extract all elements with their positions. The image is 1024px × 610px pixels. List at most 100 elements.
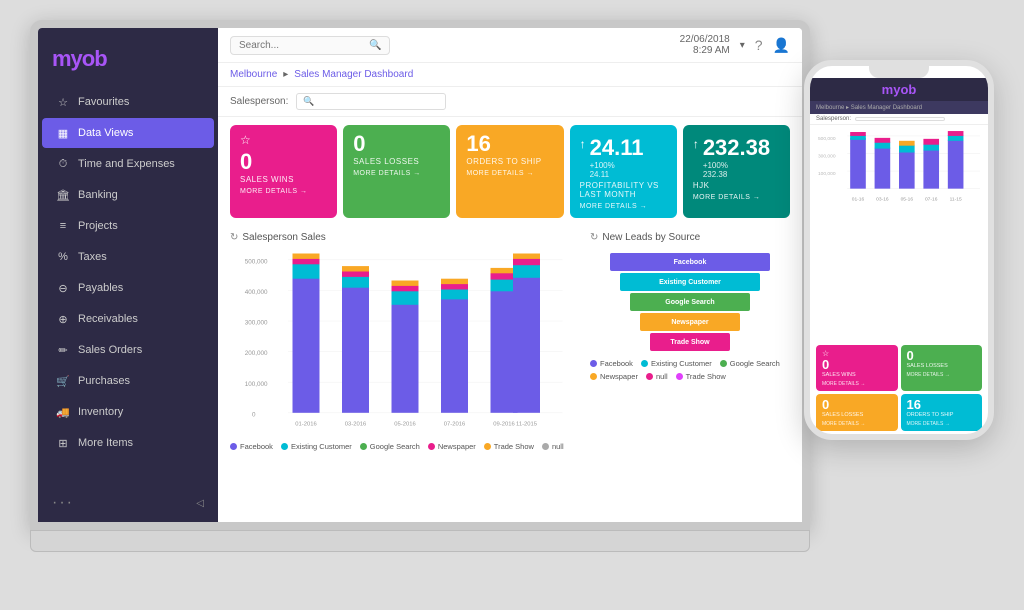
funnel-legend-item-1: Existing Customer [641,359,712,368]
sidebar-icon-7: ⊕ [56,312,70,326]
kpi-footer-0[interactable]: More Details → [240,188,327,195]
sidebar-collapse-button[interactable]: ◁ [196,498,204,509]
funnel-refresh-icon[interactable]: ↻ [590,232,598,243]
funnel-container: FacebookExisting CustomerGoogle SearchNe… [590,253,790,351]
funnel-layer-3: Newspaper [640,313,740,331]
sidebar-item-projects[interactable]: ≡Projects [42,211,214,241]
chart-right: ↻ New Leads by Source FacebookExisting C… [590,232,790,516]
funnel-legend-item-2: Google Search [720,359,780,368]
phone-kpi-val-0: 0 [822,358,892,371]
sidebar-item-taxes[interactable]: %Taxes [42,242,214,272]
chart-label: Salesperson Sales [242,232,325,243]
funnel-legend-dot-0 [590,360,597,367]
kpi-sub-4: +100% 232.38 [703,161,770,179]
sidebar-icon-3: 🏛 [56,188,70,202]
kpi-card-2: 16 Orders to Ship More Details → [456,125,563,218]
user-icon[interactable]: 👤 [773,37,790,54]
phone-kpi-val-3: 16 [907,398,977,411]
sidebar-item-receivables[interactable]: ⊕ Receivables [42,304,214,334]
funnel-legend-label-0: Facebook [600,359,633,368]
sidebar-more-dots[interactable]: ··· [52,494,74,512]
svg-text:300,000: 300,000 [245,320,268,327]
sidebar-item-favourites[interactable]: ☆Favourites [42,87,214,117]
bar-chart-svg: 500,000 400,000 300,000 200,000 100,000 … [230,249,580,429]
svg-text:07-16: 07-16 [925,196,938,202]
funnel-legend-item-3: Newspaper [590,372,638,381]
topbar-dropdown[interactable]: ▾ [740,40,745,51]
sidebar-item-sales-orders[interactable]: ✏Sales Orders [42,335,214,365]
funnel-legend-dot-1 [641,360,648,367]
sidebar-label-6: Payables [78,282,123,294]
kpi-footer-2[interactable]: More Details → [466,170,553,177]
funnel-title: ↻ New Leads by Source [590,232,790,243]
search-input[interactable] [239,40,369,51]
kpi-arrow-4: ↑ [693,137,699,151]
sidebar-label-11: More Items [78,437,133,449]
funnel-legend-label-4: null [656,372,668,381]
phone-kpi-footer-0[interactable]: MORE DETAILS → [822,381,892,387]
phone-salesperson-search[interactable] [855,117,945,121]
sidebar-icon-5: % [56,250,70,264]
laptop-body: myob ☆Favourites▦Data Views⏱Time and Exp… [30,20,810,530]
funnel-legend-label-1: Existing Customer [651,359,712,368]
kpi-card-3: ↑ 24.11 +100% 24.11 Profitability vs Las… [570,125,677,218]
help-icon[interactable]: ? [755,37,763,53]
sidebar-item-data-views[interactable]: ▦Data Views [42,118,214,148]
sidebar-label-8: Sales Orders [78,344,142,356]
phone-chart: 500,000 300,000 100,000 01-16 [810,125,988,342]
search-box[interactable]: 🔍 [230,36,390,55]
phone-brand: myob [810,78,988,101]
svg-text:03-2016: 03-2016 [345,421,366,427]
breadcrumb-page[interactable]: Sales Manager Dashboard [294,69,413,80]
sidebar-item-inventory[interactable]: 🚚Inventory [42,397,214,427]
sidebar-item-banking[interactable]: 🏛Banking [42,180,214,210]
sidebar-label-9: Purchases [78,375,130,387]
kpi-value-3: 24.11 [590,137,644,159]
brand-logo: myob [52,46,107,71]
sidebar-item-time-and-expenses[interactable]: ⏱Time and Expenses [42,149,214,179]
phone-bar-chart: 500,000 300,000 100,000 01-16 [816,129,982,219]
kpi-footer-4[interactable]: More Details → [693,194,780,201]
sidebar-label-10: Inventory [78,406,123,418]
svg-text:400,000: 400,000 [245,289,268,296]
sidebar-label-4: Projects [78,220,118,232]
salesperson-search[interactable]: 🔍 [296,93,446,110]
phone-kpi-footer-1[interactable]: MORE DETAILS → [907,372,977,378]
kpi-value-4: 232.38 [703,137,770,159]
phone-content: myob Melbourne ▸ Sales Manager Dashboard… [810,78,988,434]
sidebar-logo: myob [38,36,218,86]
svg-text:300,000: 300,000 [818,153,836,159]
kpi-value-0: 0 [240,133,327,173]
phone-kpi-grid: ☆0Sales WinsMORE DETAILS →0Sales LossesM… [810,342,988,434]
funnel-layer-4: Trade Show [650,333,730,351]
laptop: myob ☆Favourites▦Data Views⏱Time and Exp… [30,20,810,580]
filter-bar: Salesperson: 🔍 [218,87,802,117]
breadcrumb-location[interactable]: Melbourne [230,69,277,80]
sidebar-item-purchases[interactable]: 🛒Purchases [42,366,214,396]
main-content: 🔍 22/06/2018 8:29 AM ▾ ? 👤 [218,28,802,522]
sidebar-item-payables[interactable]: ⊖ Payables [42,273,214,303]
sidebar-label-0: Favourites [78,96,129,108]
funnel-legend-dot-3 [590,373,597,380]
kpi-footer-1[interactable]: More Details → [353,170,440,177]
kpi-value-2: 16 [466,133,553,155]
funnel-legend-dot-2 [720,360,727,367]
svg-text:05-2016: 05-2016 [394,421,415,427]
funnel-legend-label-3: Newspaper [600,372,638,381]
kpi-label-3: Profitability vs Last Month [580,181,667,199]
phone-kpi-footer-3[interactable]: MORE DETAILS → [907,421,977,427]
phone-kpi-lbl-1: Sales Losses [907,363,977,369]
legend-facebook: Facebook [230,442,273,451]
phone-kpi-val-1: 0 [907,349,977,362]
phone-kpi-star-0: ☆ [822,349,892,358]
chart-refresh-icon[interactable]: ↻ [230,232,238,243]
sidebar-item-more-items[interactable]: ⊞More Items [42,428,214,458]
sidebar-label-7: Receivables [78,313,138,325]
sidebar-bottom: ··· ◁ [38,484,218,522]
kpi-label-2: Orders to Ship [466,157,553,166]
sidebar-icon-6: ⊖ [56,281,70,295]
phone-kpi-footer-2[interactable]: MORE DETAILS → [822,421,892,427]
kpi-label-4: HJK [693,181,780,190]
laptop-base [30,530,810,552]
kpi-footer-3[interactable]: More Details → [580,203,667,210]
